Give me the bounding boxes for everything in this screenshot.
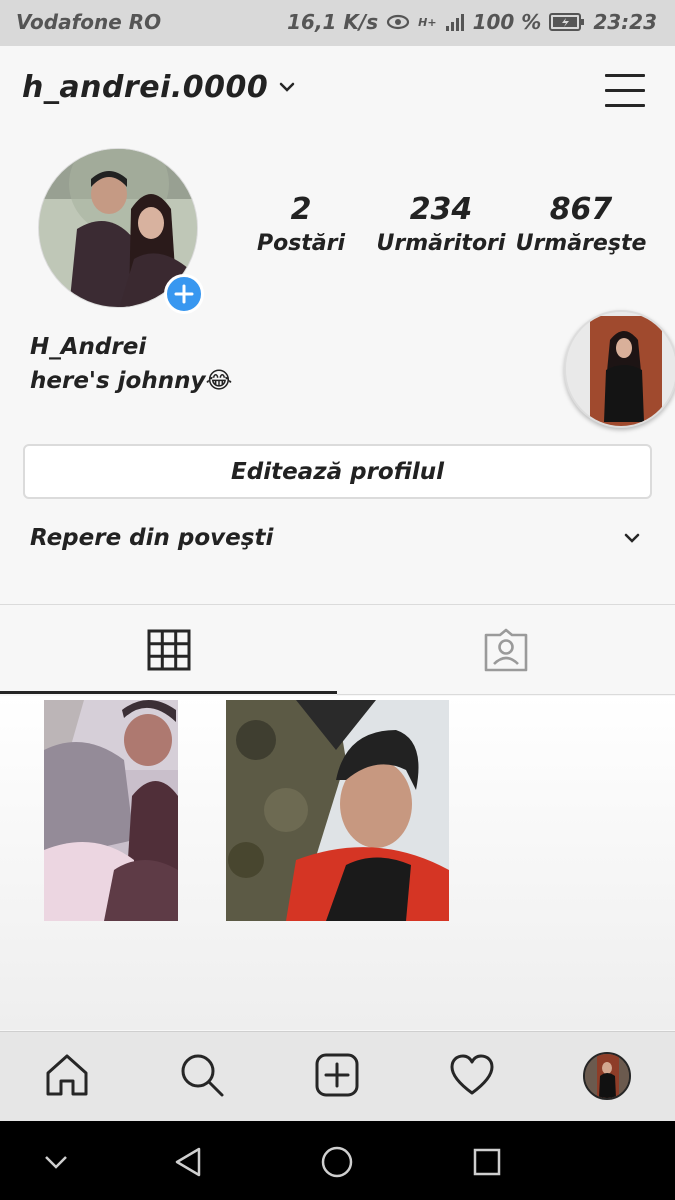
active-tab-indicator bbox=[0, 691, 337, 694]
clock: 23:23 bbox=[593, 10, 657, 34]
tab-grid[interactable] bbox=[0, 606, 337, 694]
status-indicators: 16,1 K/s H+ 100 % 23:23 bbox=[287, 10, 657, 34]
username: h_andrei.0000 bbox=[22, 70, 269, 105]
plus-icon bbox=[174, 284, 194, 304]
stat-posts[interactable]: 2 Postări bbox=[231, 192, 371, 256]
story-highlights-label[interactable]: Repere din poveşti bbox=[30, 525, 273, 551]
chevron-down-icon[interactable] bbox=[622, 530, 642, 549]
eye-icon bbox=[386, 14, 410, 30]
back-triangle-icon[interactable] bbox=[166, 1140, 210, 1184]
signal-icon bbox=[445, 12, 465, 32]
stat-value: 234 bbox=[409, 192, 473, 227]
edit-profile-button[interactable]: Editează profilul bbox=[23, 444, 652, 499]
network-speed: 16,1 K/s bbox=[287, 10, 379, 34]
home-icon[interactable] bbox=[42, 1050, 92, 1100]
chevron-down-icon bbox=[278, 78, 296, 97]
profile-tab-avatar[interactable] bbox=[583, 1052, 631, 1100]
stat-value: 2 bbox=[290, 192, 312, 227]
stat-value: 867 bbox=[549, 192, 613, 227]
grid-icon bbox=[147, 629, 190, 671]
account-switcher[interactable]: h_andrei.0000 bbox=[22, 70, 296, 105]
floating-story-bubble[interactable] bbox=[564, 310, 675, 428]
add-post-icon[interactable] bbox=[312, 1050, 362, 1100]
battery-percent: 100 % bbox=[472, 10, 542, 34]
bio-text: here's johnny😂 bbox=[30, 368, 233, 394]
search-icon[interactable] bbox=[177, 1050, 227, 1100]
hamburger-menu-icon[interactable] bbox=[605, 72, 647, 108]
chevron-down-icon[interactable] bbox=[34, 1140, 78, 1184]
post-thumbnail[interactable] bbox=[226, 700, 449, 921]
stat-following[interactable]: 867 Urmăreşte bbox=[511, 192, 651, 256]
stat-label: Urmăreşte bbox=[515, 231, 647, 256]
recents-square-icon[interactable] bbox=[465, 1140, 509, 1184]
add-story-button[interactable] bbox=[164, 274, 204, 314]
divider bbox=[0, 604, 675, 605]
tab-tagged[interactable] bbox=[337, 606, 674, 694]
full-name: H_Andrei bbox=[30, 334, 147, 360]
stat-label: Urmăritori bbox=[376, 231, 506, 256]
home-circle-icon[interactable] bbox=[315, 1140, 359, 1184]
network-type: H+ bbox=[418, 15, 437, 29]
divider bbox=[337, 694, 675, 695]
carrier-label: Vodafone RO bbox=[16, 10, 162, 34]
heart-icon[interactable] bbox=[447, 1050, 497, 1100]
battery-icon bbox=[549, 13, 585, 31]
stat-followers[interactable]: 234 Urmăritori bbox=[371, 192, 511, 256]
stat-label: Postări bbox=[256, 231, 346, 256]
post-thumbnail[interactable] bbox=[44, 700, 178, 921]
tagged-photos-icon bbox=[484, 628, 527, 672]
